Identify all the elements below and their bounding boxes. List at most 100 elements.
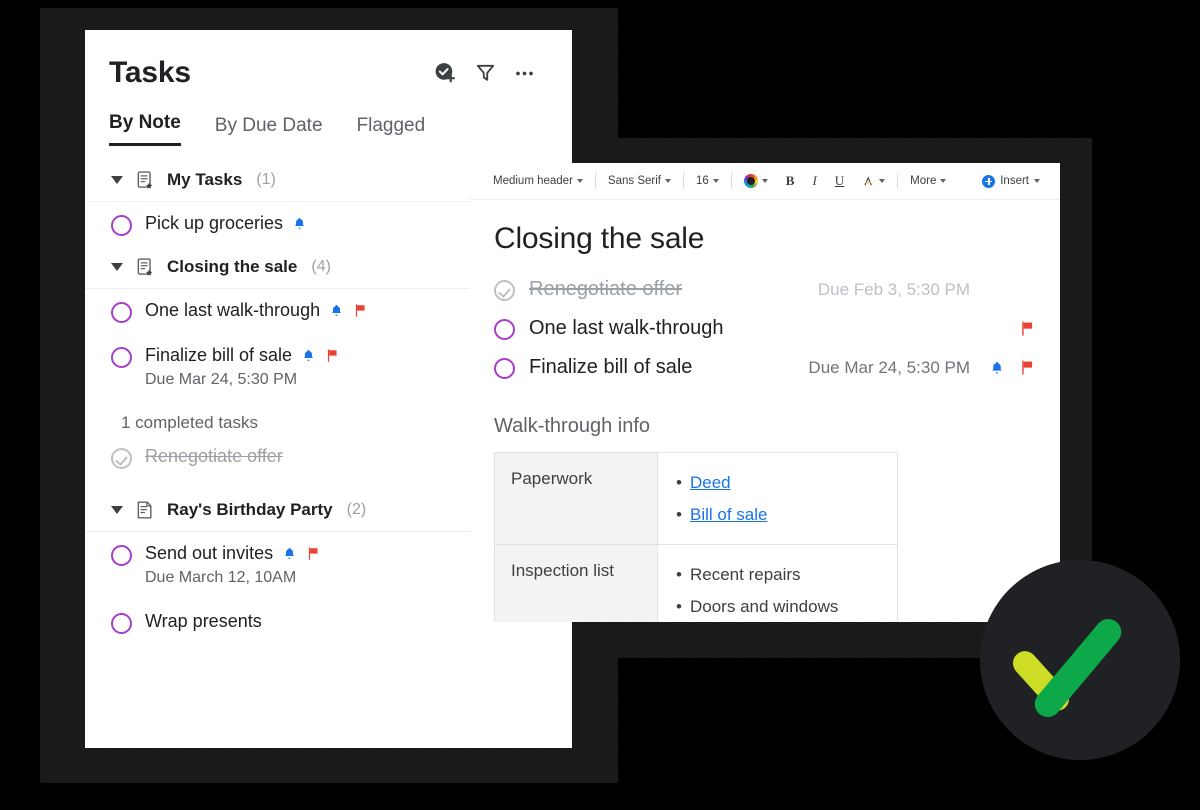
task-due-date: Due Mar 24, 5:30 PM: [145, 371, 298, 388]
divider: [594, 173, 596, 189]
task-checkbox[interactable]: [494, 358, 515, 379]
chevron-down-icon: [1034, 179, 1040, 183]
add-task-icon[interactable]: [433, 61, 458, 86]
group-count: (1): [256, 171, 276, 188]
task-checkbox[interactable]: [111, 215, 132, 236]
task-title: Send out invites: [145, 543, 274, 563]
insert-button[interactable]: Insert: [982, 174, 1046, 188]
chevron-down-icon: [879, 179, 886, 183]
bold-button[interactable]: B: [777, 173, 804, 189]
task-checkbox-completed[interactable]: [111, 448, 132, 469]
list-item: Recent repairs: [676, 559, 881, 591]
divider: [730, 173, 732, 189]
note-editor-panel: Medium header Sans Serif 16 B I U More I…: [470, 163, 1060, 622]
divider: [682, 173, 684, 189]
italic-button[interactable]: I: [803, 173, 825, 189]
filter-icon[interactable]: [474, 62, 497, 85]
editor-task-due: Due Feb 3, 5:30 PM: [817, 279, 970, 299]
task-line: Renegotiate offer: [145, 446, 283, 467]
task-title: Pick up groceries: [145, 213, 284, 233]
page-title: Tasks: [109, 56, 191, 89]
more-options-icon[interactable]: [513, 62, 536, 85]
bullet-list: Recent repairs Doors and windows Applian…: [674, 559, 881, 622]
tab-flagged[interactable]: Flagged: [357, 115, 426, 146]
link-deed[interactable]: Deed: [690, 473, 731, 492]
tasks-header: Tasks: [85, 30, 572, 90]
text-color-button[interactable]: [735, 174, 777, 188]
table-value-cell: Deed Bill of sale: [657, 452, 898, 545]
task-body: Send out invites Due March 12, 10AM: [145, 543, 321, 587]
more-label: More: [910, 175, 937, 187]
task-title: Wrap presents: [145, 611, 262, 631]
chevron-down-icon[interactable]: [111, 176, 123, 184]
chevron-down-icon: [761, 179, 768, 183]
section-title: Walk-through info: [494, 415, 650, 437]
task-line: Send out invites: [145, 543, 321, 564]
task-due-date: Due March 12, 10AM: [145, 569, 297, 586]
table-row: Inspection list Recent repairs Doors and…: [494, 544, 898, 622]
insert-label: Insert: [1000, 175, 1029, 187]
editor-task-row[interactable]: One last walk-through: [494, 309, 1036, 348]
tab-by-note[interactable]: By Note: [109, 112, 181, 146]
flag-icon: [306, 546, 321, 561]
link-bill-of-sale[interactable]: Bill of sale: [690, 505, 767, 524]
task-line: Finalize bill of sale: [145, 345, 340, 366]
note-starred-icon: [135, 257, 155, 277]
task-checkbox-completed[interactable]: [494, 280, 515, 301]
task-body: One last walk-through: [145, 300, 368, 321]
chevron-down-icon: [576, 179, 583, 183]
underline-button[interactable]: U: [826, 173, 853, 189]
reminder-bell-icon: [282, 546, 297, 561]
task-title: One last walk-through: [145, 300, 321, 320]
chevron-down-icon[interactable]: [111, 263, 123, 271]
style-dropdown-label: Medium header: [493, 175, 573, 187]
editor-task-row[interactable]: Finalize bill of sale Due Mar 24, 5:30 P…: [494, 348, 1036, 387]
font-size-dropdown[interactable]: 16: [687, 175, 728, 187]
task-checkbox[interactable]: [111, 347, 132, 368]
task-body: Pick up groceries: [145, 213, 307, 234]
chevron-down-icon: [940, 179, 947, 183]
divider: [897, 173, 899, 189]
chevron-down-icon[interactable]: [111, 506, 123, 514]
highlight-icon: [862, 175, 875, 188]
flag-icon: [353, 303, 368, 318]
task-title: Renegotiate offer: [145, 446, 283, 466]
font-size-label: 16: [695, 175, 709, 187]
header-icon-group: [433, 61, 548, 86]
reminder-bell-icon: [329, 303, 344, 318]
flag-icon: [1019, 359, 1036, 376]
font-dropdown[interactable]: Sans Serif: [599, 175, 680, 187]
flag-icon: [1019, 320, 1036, 337]
tab-bar: By Note By Due Date Flagged: [85, 90, 572, 146]
tab-by-due-date[interactable]: By Due Date: [215, 115, 323, 146]
task-checkbox[interactable]: [111, 545, 132, 566]
task-checkbox[interactable]: [494, 319, 515, 340]
note-icon: [135, 500, 155, 520]
editor-task-icons: [984, 320, 1036, 337]
reminder-bell-icon: [301, 348, 316, 363]
editor-content: Closing the sale Renegotiate offer Due F…: [470, 200, 1060, 622]
plus-icon: [982, 174, 996, 188]
reminder-bell-icon: [989, 360, 1005, 376]
task-checkbox[interactable]: [111, 613, 132, 634]
table-key-cell: Paperwork: [494, 452, 658, 545]
note-starred-icon: [135, 170, 155, 190]
group-name: My Tasks: [167, 170, 243, 189]
highlight-button[interactable]: [853, 175, 894, 188]
green-checkmark-badge: [980, 560, 1180, 760]
style-dropdown[interactable]: Medium header: [484, 175, 592, 187]
task-title: Finalize bill of sale: [145, 345, 293, 365]
editor-task-title: One last walk-through: [529, 317, 724, 339]
editor-task-row[interactable]: Renegotiate offer Due Feb 3, 5:30 PM: [494, 270, 1036, 309]
editor-task-icons: [984, 359, 1036, 376]
reminder-bell-icon: [292, 216, 307, 231]
bullet-list: Deed Bill of sale: [674, 467, 881, 530]
note-title[interactable]: Closing the sale: [494, 222, 1036, 256]
task-line: Wrap presents: [145, 611, 262, 632]
task-body: Wrap presents: [145, 611, 262, 632]
task-body: Renegotiate offer: [145, 446, 283, 467]
list-item: Deed: [676, 467, 881, 499]
task-checkbox[interactable]: [111, 302, 132, 323]
editor-task-title: Renegotiate offer: [529, 278, 683, 300]
more-dropdown[interactable]: More: [901, 175, 955, 187]
